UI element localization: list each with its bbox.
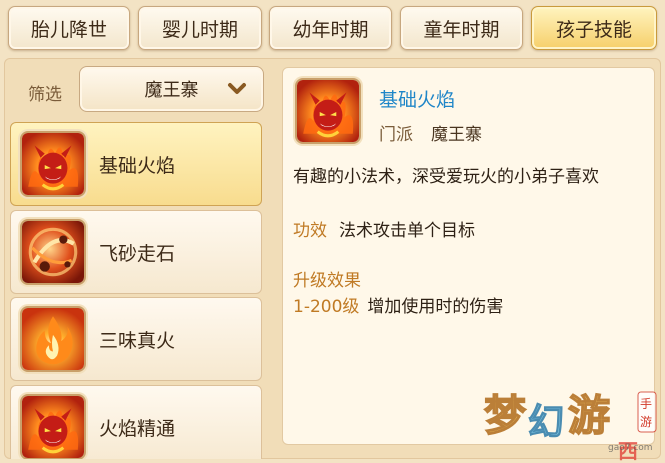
upgrade-range: 1-200级 (293, 297, 360, 317)
effect-row: 功效 法术攻击单个目标 (293, 216, 475, 241)
skill-name: 三味真火 (99, 330, 176, 352)
skill-name: 飞砂走石 (99, 243, 176, 265)
svg-text:游: 游 (640, 415, 652, 429)
skill-item-basic-fire[interactable]: 基础火焰 (10, 122, 262, 206)
upgrade-title: 升级效果 (293, 271, 361, 291)
effect-value: 法术攻击单个目标 (339, 221, 475, 241)
skill-item-samadhi-fire[interactable]: 三味真火 (10, 297, 262, 381)
skill-description: 有趣的小法术，深受爱玩火的小弟子喜欢 (293, 167, 599, 187)
skill-name: 基础火焰 (99, 155, 176, 177)
tab-childhood[interactable]: 童年时期 (400, 6, 523, 50)
skill-item-flying-sand[interactable]: 飞砂走石 (10, 210, 262, 294)
school-filter-dropdown[interactable]: 魔王寨 (79, 66, 264, 112)
dropdown-selected-value: 魔王寨 (144, 80, 199, 101)
tab-fetal-birth[interactable]: 胎儿降世 (8, 6, 130, 50)
tab-infancy[interactable]: 婴儿时期 (138, 6, 262, 50)
chevron-down-icon (228, 83, 246, 94)
tab-bar: 胎儿降世 婴儿时期 幼年时期 童年时期 孩子技能 (0, 0, 665, 58)
upgrade-row: 1-200级 增加使用时的伤害 (293, 292, 503, 317)
flame-icon (20, 306, 86, 372)
demon-fire-icon (295, 78, 361, 144)
school-row: 门派 魔王寨 (379, 120, 482, 145)
tab-child-skills[interactable]: 孩子技能 (531, 6, 657, 50)
skill-list[interactable]: 基础火焰 飞砂走石 三味真火 火焰精通 (10, 122, 264, 459)
svg-text:幻: 幻 (528, 402, 564, 443)
school-value: 魔王寨 (431, 125, 482, 145)
school-label: 门派 (379, 125, 413, 145)
skill-name: 火焰精通 (99, 418, 176, 440)
tab-early-childhood[interactable]: 幼年时期 (269, 6, 392, 50)
skill-item-fire-mastery[interactable]: 火焰精通 (10, 385, 262, 459)
effect-label: 功效 (293, 221, 327, 241)
fire-rock-icon (20, 219, 86, 285)
svg-text:gao7.com: gao7.com (608, 443, 653, 453)
skill-title: 基础火焰 (379, 89, 456, 111)
upgrade-value: 增加使用时的伤害 (367, 297, 504, 317)
demon-fire-icon (20, 394, 86, 459)
demon-fire-icon (20, 131, 86, 197)
svg-text:梦: 梦 (484, 391, 526, 440)
game-logo-watermark: 梦 幻 游 西 手 游 gao7.com (483, 390, 657, 463)
svg-text:游: 游 (568, 391, 610, 440)
svg-text:手: 手 (640, 397, 652, 411)
filter-label: 筛选 (28, 85, 62, 105)
